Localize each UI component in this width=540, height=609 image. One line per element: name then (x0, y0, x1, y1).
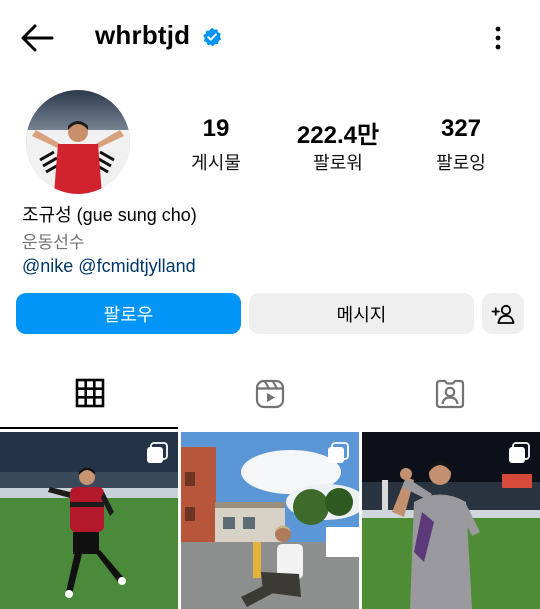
profile-category: 운동선수 (22, 233, 85, 252)
bio-mentions: @nike @fcmidtjylland (22, 256, 201, 277)
profile-avatar[interactable] (26, 90, 130, 194)
tab-posts-grid[interactable] (0, 378, 180, 422)
active-tab-indicator (0, 427, 178, 429)
profile-username: whrbtjd (95, 20, 191, 50)
tagged-icon (435, 379, 465, 409)
add-person-icon (491, 304, 515, 324)
multi-image-icon (328, 442, 349, 463)
follow-button[interactable]: 팔로우 (16, 293, 241, 334)
message-button[interactable]: 메시지 (249, 293, 474, 334)
follow-button-label: 팔로우 (103, 304, 154, 325)
mention-link-fcmidtjylland[interactable]: @fcmidtjylland (78, 256, 195, 276)
grid-post-3[interactable] (362, 432, 540, 609)
multi-image-icon (509, 442, 530, 463)
tab-reels[interactable] (180, 378, 360, 422)
more-options-icon[interactable] (486, 24, 510, 52)
back-arrow-icon[interactable] (20, 22, 54, 54)
mention-link-nike[interactable]: @nike (22, 256, 73, 276)
followers-count[interactable]: 222.4만 (278, 115, 398, 150)
grid-post-1[interactable] (0, 432, 178, 609)
multi-image-icon (147, 442, 168, 463)
profile-name: 조규성 (gue sung cho) (22, 205, 197, 225)
posts-count[interactable]: 19 (156, 115, 276, 143)
posts-label[interactable]: 게시물 (156, 149, 276, 175)
top-bar: whrbtjd (0, 0, 540, 76)
grid-icon (75, 378, 105, 408)
tab-tagged[interactable] (360, 378, 540, 422)
reels-icon (255, 379, 285, 409)
suggest-user-button[interactable] (482, 293, 524, 334)
followers-label[interactable]: 팔로워 (278, 149, 398, 175)
following-label[interactable]: 팔로잉 (401, 149, 521, 175)
following-count[interactable]: 327 (401, 115, 521, 143)
grid-post-2[interactable] (181, 432, 359, 609)
message-button-label: 메시지 (336, 304, 387, 325)
verified-badge-icon (203, 27, 222, 47)
